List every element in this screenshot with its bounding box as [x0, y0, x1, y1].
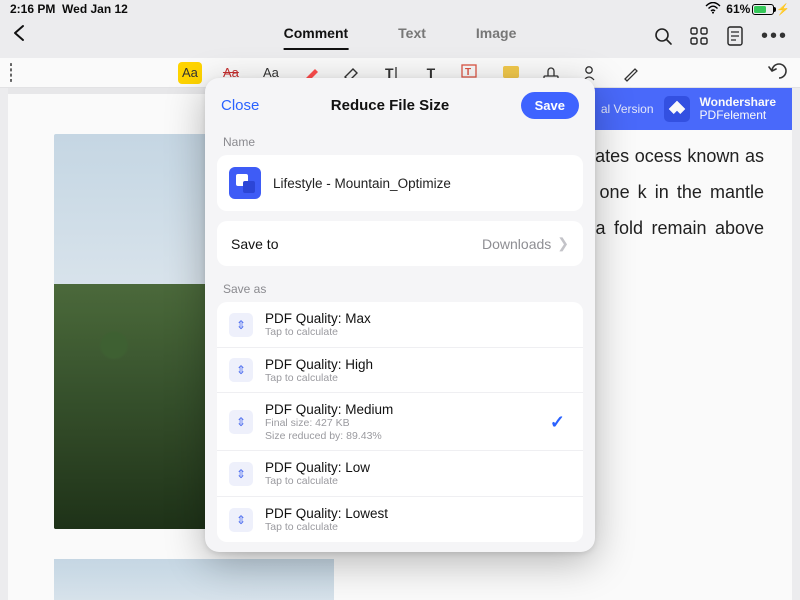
quality-icon: ⇕: [229, 410, 253, 434]
reading-mode-icon[interactable]: [725, 26, 745, 46]
select-tool-icon[interactable]: [10, 64, 12, 82]
dialog-header: Close Reduce File Size Save: [205, 78, 595, 129]
save-to-value: Downloads: [482, 236, 551, 252]
quality-icon: ⇕: [229, 508, 253, 532]
quality-option-low[interactable]: ⇕ PDF Quality: Low Tap to calculate: [217, 450, 583, 496]
quality-sub: Tap to calculate: [265, 521, 571, 534]
battery-indicator: 61% ⚡: [726, 2, 790, 16]
app-bar: Comment Text Image •••: [0, 18, 800, 54]
status-date: Wed Jan 12: [62, 2, 128, 16]
file-icon: [229, 167, 261, 199]
status-right: 61% ⚡: [705, 2, 790, 17]
name-section-label: Name: [205, 129, 595, 155]
mode-tabs: Comment Text Image: [284, 25, 517, 47]
grid-view-icon[interactable]: [689, 26, 709, 46]
quality-option-high[interactable]: ⇕ PDF Quality: High Tap to calculate: [217, 347, 583, 393]
quality-option-lowest[interactable]: ⇕ PDF Quality: Lowest Tap to calculate: [217, 496, 583, 542]
quality-sub: Tap to calculate: [265, 372, 571, 385]
quality-title: PDF Quality: High: [265, 357, 571, 372]
back-button[interactable]: [12, 24, 26, 48]
quality-icon: ⇕: [229, 462, 253, 486]
highlight-tool-icon[interactable]: Aa: [178, 62, 202, 84]
save-to-row[interactable]: Save to Downloads ❯: [217, 221, 583, 266]
quality-title: PDF Quality: Lowest: [265, 506, 571, 521]
status-time: 2:16 PM: [10, 2, 55, 16]
save-button[interactable]: Save: [521, 92, 579, 119]
quality-list: ⇕ PDF Quality: Max Tap to calculate ⇕ PD…: [217, 302, 583, 542]
appbar-actions: •••: [653, 25, 788, 48]
quality-option-medium[interactable]: ⇕ PDF Quality: Medium Final size: 427 KB…: [217, 392, 583, 450]
battery-icon: [752, 4, 774, 15]
quality-sub: Tap to calculate: [265, 475, 571, 488]
tab-comment[interactable]: Comment: [284, 25, 349, 47]
undo-button[interactable]: [768, 61, 790, 84]
quality-sub-2: Size reduced by: 89.43%: [265, 430, 538, 443]
quality-sub-1: Final size: 427 KB: [265, 417, 538, 430]
chevron-right-icon: ❯: [557, 235, 569, 252]
dialog-title: Reduce File Size: [331, 97, 449, 114]
tab-text[interactable]: Text: [398, 25, 426, 47]
quality-title: PDF Quality: Low: [265, 460, 571, 475]
filename-text: Lifestyle - Mountain_Optimize: [273, 176, 451, 191]
svg-text:T: T: [465, 67, 471, 78]
tab-image[interactable]: Image: [476, 25, 516, 47]
more-icon[interactable]: •••: [761, 25, 788, 48]
quality-title: PDF Quality: Max: [265, 311, 571, 326]
check-icon: ✓: [550, 412, 565, 433]
draw-tool-icon[interactable]: [620, 62, 642, 84]
close-button[interactable]: Close: [221, 97, 259, 114]
filename-card[interactable]: Lifestyle - Mountain_Optimize: [217, 155, 583, 211]
quality-sub: Tap to calculate: [265, 326, 571, 339]
quality-icon: ⇕: [229, 313, 253, 337]
save-to-label: Save to: [231, 236, 278, 252]
status-left: 2:16 PM Wed Jan 12: [10, 2, 128, 16]
quality-option-max[interactable]: ⇕ PDF Quality: Max Tap to calculate: [217, 302, 583, 347]
battery-pct: 61%: [726, 2, 750, 16]
quality-title: PDF Quality: Medium: [265, 402, 538, 417]
ios-status-bar: 2:16 PM Wed Jan 12 61% ⚡: [0, 0, 800, 18]
wifi-icon: [705, 2, 721, 17]
reduce-file-size-dialog: Close Reduce File Size Save Name Lifesty…: [205, 78, 595, 552]
charging-icon: ⚡: [776, 3, 790, 16]
quality-icon: ⇕: [229, 358, 253, 382]
search-icon[interactable]: [653, 26, 673, 46]
save-as-section-label: Save as: [205, 276, 595, 302]
